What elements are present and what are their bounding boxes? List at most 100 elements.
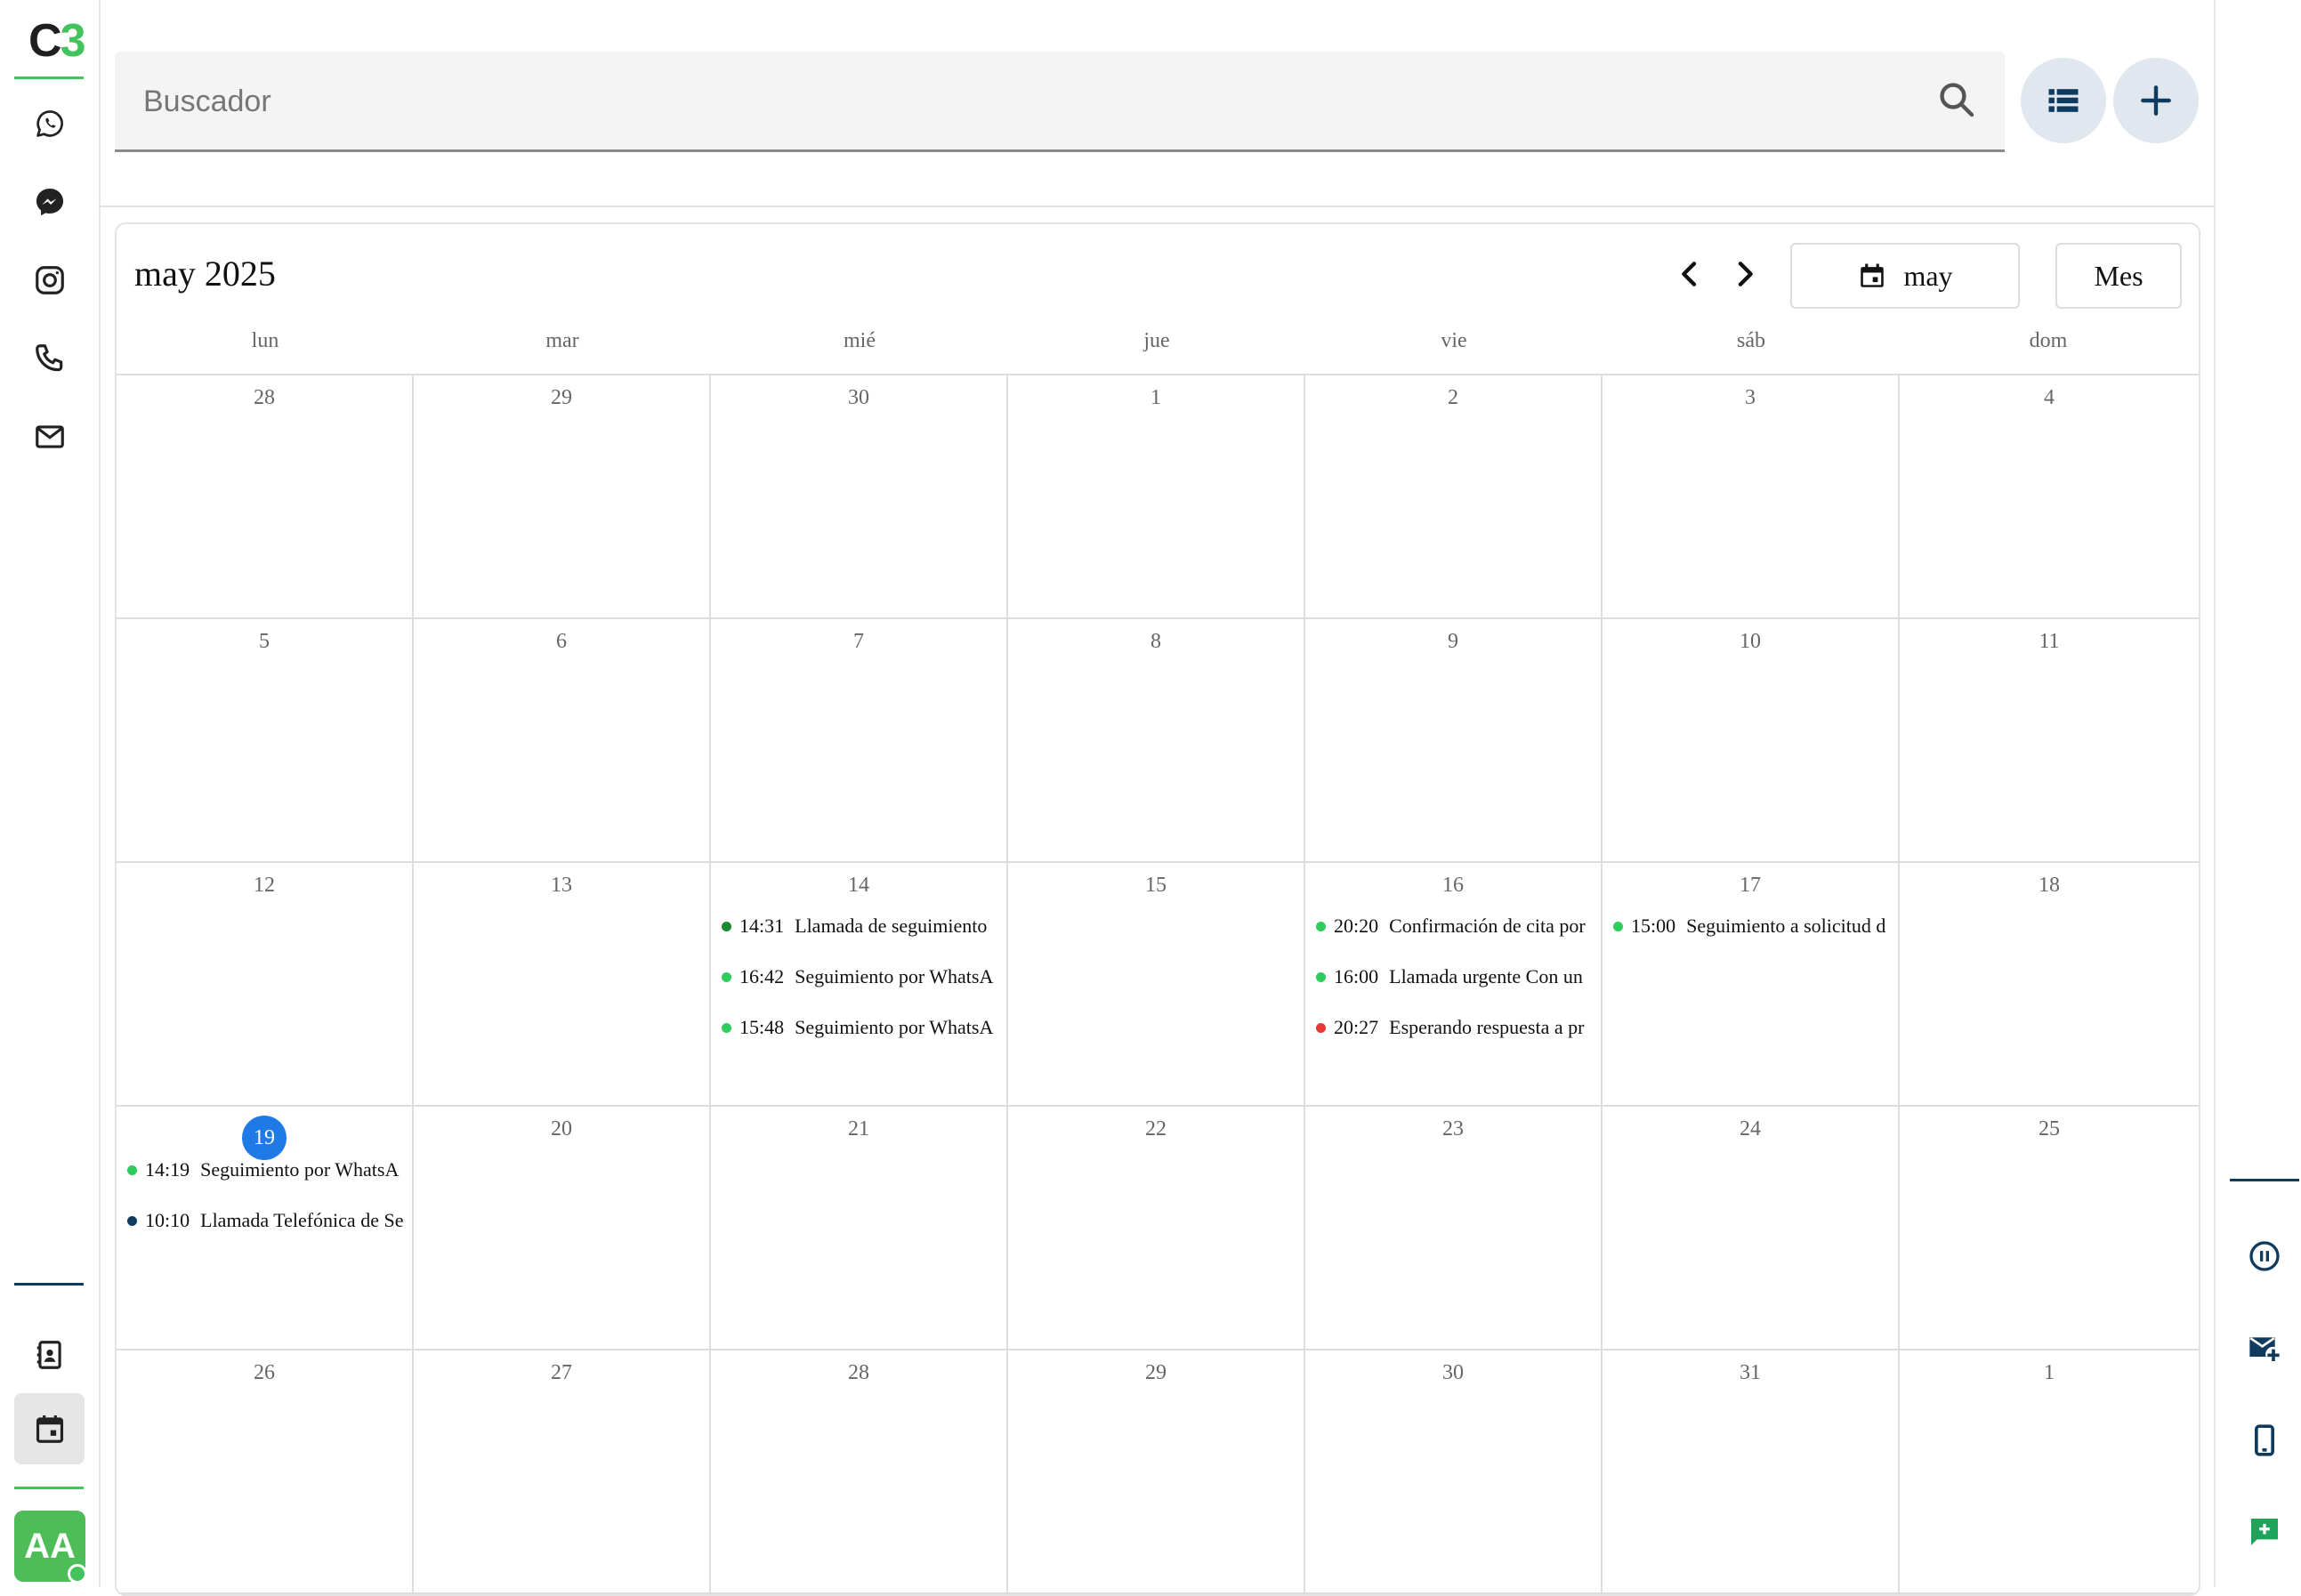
day-number[interactable]: 3: [1603, 386, 1898, 410]
day-number[interactable]: 11: [1900, 630, 2199, 654]
app-logo[interactable]: C3: [28, 14, 85, 68]
day-cell[interactable]: 15: [1008, 863, 1305, 1107]
day-cell[interactable]: 12: [117, 863, 414, 1107]
calendar-event[interactable]: 10:10 Llamada Telefónica de Se: [124, 1205, 407, 1236]
calendar-event[interactable]: 14:19 Seguimiento por WhatsA: [124, 1155, 407, 1185]
day-cell[interactable]: 29: [1008, 1350, 1305, 1594]
day-cell[interactable]: 29: [414, 375, 711, 619]
day-cell[interactable]: 5: [117, 619, 414, 863]
day-number[interactable]: 20: [414, 1117, 709, 1141]
day-number[interactable]: 28: [117, 386, 412, 410]
day-number[interactable]: 2: [1305, 386, 1601, 410]
day-cell[interactable]: 24: [1603, 1107, 1900, 1350]
day-number[interactable]: 5: [117, 630, 412, 654]
day-number[interactable]: 7: [711, 630, 1006, 654]
day-number[interactable]: 25: [1900, 1117, 2199, 1141]
day-number[interactable]: 1: [1900, 1361, 2199, 1385]
day-number[interactable]: 29: [1008, 1361, 1304, 1385]
day-number[interactable]: 10: [1603, 630, 1898, 654]
day-number[interactable]: 30: [1305, 1361, 1601, 1385]
day-number[interactable]: 26: [117, 1361, 412, 1385]
day-number[interactable]: 4: [1900, 386, 2199, 410]
day-cell[interactable]: 31: [1603, 1350, 1900, 1594]
day-number[interactable]: 1: [1008, 386, 1304, 410]
day-cell[interactable]: 4: [1900, 375, 2199, 619]
day-number[interactable]: 24: [1603, 1117, 1898, 1141]
day-number[interactable]: 16: [1305, 874, 1601, 898]
messenger-icon[interactable]: [25, 177, 75, 227]
day-number[interactable]: 9: [1305, 630, 1601, 654]
day-number[interactable]: 6: [414, 630, 709, 654]
day-cell[interactable]: 25: [1900, 1107, 2199, 1350]
day-cell[interactable]: 20: [414, 1107, 711, 1350]
day-number[interactable]: 21: [711, 1117, 1006, 1141]
day-cell[interactable]: 28: [117, 375, 414, 619]
day-cell[interactable]: 6: [414, 619, 711, 863]
day-cell[interactable]: 11: [1900, 619, 2199, 863]
day-cell[interactable]: 8: [1008, 619, 1305, 863]
day-number[interactable]: 17: [1603, 874, 1898, 898]
day-cell[interactable]: 10: [1603, 619, 1900, 863]
day-number[interactable]: 12: [117, 874, 412, 898]
prev-month-button[interactable]: [1672, 256, 1708, 292]
calendar-event[interactable]: 20:20 Confirmación de cita por: [1312, 911, 1595, 941]
search-icon[interactable]: [1935, 78, 1978, 121]
day-number[interactable]: 15: [1008, 874, 1304, 898]
calendar-event[interactable]: 16:00 Llamada urgente Con un: [1312, 962, 1595, 992]
day-cell[interactable]: 14 14:31 Llamada de seguimiento 16:42 Seguim…: [711, 863, 1008, 1107]
day-number[interactable]: 23: [1305, 1117, 1601, 1141]
day-number[interactable]: 31: [1603, 1361, 1898, 1385]
day-cell[interactable]: 28: [711, 1350, 1008, 1594]
day-cell[interactable]: 27: [414, 1350, 711, 1594]
day-number[interactable]: 29: [414, 386, 709, 410]
day-number[interactable]: 22: [1008, 1117, 1304, 1141]
mobile-phone-icon[interactable]: [2242, 1418, 2287, 1463]
day-number[interactable]: 8: [1008, 630, 1304, 654]
day-number[interactable]: 18: [1900, 874, 2199, 898]
add-button[interactable]: [2113, 58, 2199, 143]
view-mode-button[interactable]: Mes: [2055, 243, 2182, 309]
calendar-event[interactable]: 20:27 Esperando respuesta a pr: [1312, 1012, 1595, 1043]
next-month-button[interactable]: [1727, 256, 1763, 292]
day-cell[interactable]: 22: [1008, 1107, 1305, 1350]
calendar-event[interactable]: 15:48 Seguimiento por WhatsA: [718, 1012, 1001, 1043]
whatsapp-icon[interactable]: [25, 99, 75, 149]
day-cell[interactable]: 2: [1305, 375, 1603, 619]
day-cell[interactable]: 1: [1008, 375, 1305, 619]
day-cell[interactable]: 17 15:00 Seguimiento a solicitud d: [1603, 863, 1900, 1107]
add-message-icon[interactable]: [2242, 1510, 2287, 1554]
day-number[interactable]: 13: [414, 874, 709, 898]
day-cell[interactable]: 26: [117, 1350, 414, 1594]
today-day-number[interactable]: 19: [242, 1116, 287, 1160]
day-cell[interactable]: 30: [1305, 1350, 1603, 1594]
day-cell[interactable]: 16 20:20 Confirmación de cita por 16:00 Llam…: [1305, 863, 1603, 1107]
calendar-icon[interactable]: [25, 1404, 75, 1454]
calendar-event[interactable]: 15:00 Seguimiento a solicitud d: [1610, 911, 1893, 941]
day-cell[interactable]: 1: [1900, 1350, 2199, 1594]
day-cell[interactable]: 19 14:19 Seguimiento por WhatsA 10:10 Llamad…: [117, 1107, 414, 1350]
list-view-button[interactable]: [2021, 58, 2106, 143]
calendar-event[interactable]: 14:31 Llamada de seguimiento: [718, 911, 1001, 941]
instagram-icon[interactable]: [25, 255, 75, 305]
day-cell[interactable]: 18: [1900, 863, 2199, 1107]
new-email-icon[interactable]: [2242, 1326, 2287, 1370]
mail-icon[interactable]: [25, 412, 75, 462]
day-number[interactable]: 14: [711, 874, 1006, 898]
day-number[interactable]: 30: [711, 386, 1006, 410]
user-avatar[interactable]: AA: [14, 1511, 87, 1584]
day-cell[interactable]: 23: [1305, 1107, 1603, 1350]
day-cell[interactable]: 30: [711, 375, 1008, 619]
day-cell[interactable]: 9: [1305, 619, 1603, 863]
pause-icon[interactable]: [2242, 1234, 2287, 1278]
contacts-icon[interactable]: [25, 1330, 75, 1380]
month-picker-button[interactable]: may: [1790, 243, 2020, 309]
search-input[interactable]: [141, 52, 1925, 151]
phone-icon[interactable]: [25, 334, 75, 383]
day-cell[interactable]: 3: [1603, 375, 1900, 619]
day-cell[interactable]: 21: [711, 1107, 1008, 1350]
calendar-event[interactable]: 16:42 Seguimiento por WhatsA: [718, 962, 1001, 992]
day-cell[interactable]: 13: [414, 863, 711, 1107]
day-number[interactable]: 28: [711, 1361, 1006, 1385]
day-number[interactable]: 27: [414, 1361, 709, 1385]
day-cell[interactable]: 7: [711, 619, 1008, 863]
